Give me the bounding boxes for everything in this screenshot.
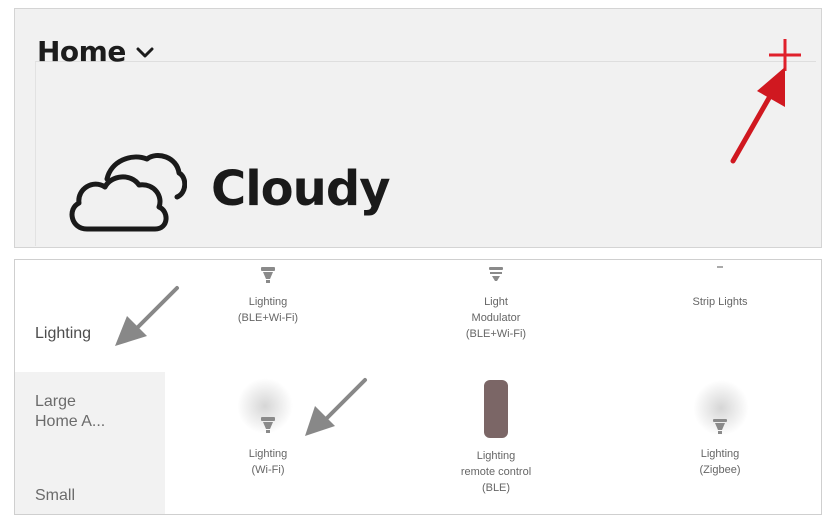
device-label: Lighting (Wi-Fi)	[248, 448, 288, 476]
home-selector[interactable]: Home	[37, 31, 154, 71]
chevron-down-icon	[136, 47, 154, 58]
cloud-icon	[69, 153, 187, 232]
annotation-arrow-gray	[305, 378, 367, 436]
device-tile-strip-lights[interactable]: Strip Lights	[635, 266, 805, 310]
category-item-small[interactable]: Small	[15, 486, 165, 514]
home-header-panel: Home Cloudy	[14, 8, 822, 248]
bulb-icon	[489, 267, 503, 281]
bulb-icon	[261, 267, 275, 283]
category-item-label: Large Home A...	[35, 393, 106, 430]
device-tile-lighting-remote-control[interactable]: Lighting remote control (BLE)	[411, 380, 581, 496]
remote-control-icon	[484, 380, 508, 438]
bulb-icon	[713, 419, 727, 434]
category-item-large-home-appliances[interactable]: Large Home A...	[15, 392, 165, 472]
device-tile-light-modulator[interactable]: Light Modulator (BLE+Wi-Fi)	[411, 266, 581, 342]
device-label: Strip Lights	[692, 296, 748, 308]
device-tile-lighting-zigbee[interactable]: Lighting (Zigbee)	[635, 418, 805, 478]
annotation-arrow-gray	[115, 286, 179, 346]
annotation-arrow-red	[730, 67, 785, 164]
device-label: Lighting remote control (BLE)	[460, 450, 532, 494]
weather-condition: Cloudy	[211, 161, 390, 217]
strip-light-icon	[717, 266, 723, 268]
bulb-icon	[261, 417, 275, 433]
device-label: Light Modulator (BLE+Wi-Fi)	[465, 296, 527, 340]
device-tile-lighting-ble-wifi[interactable]: Lighting (BLE+Wi-Fi)	[183, 266, 353, 326]
home-title: Home	[37, 34, 126, 68]
device-label: Lighting (BLE+Wi-Fi)	[237, 296, 299, 324]
device-category-panel: Lighting Large Home A... Small Lighting …	[14, 259, 822, 515]
device-label: Lighting (Zigbee)	[699, 448, 741, 476]
